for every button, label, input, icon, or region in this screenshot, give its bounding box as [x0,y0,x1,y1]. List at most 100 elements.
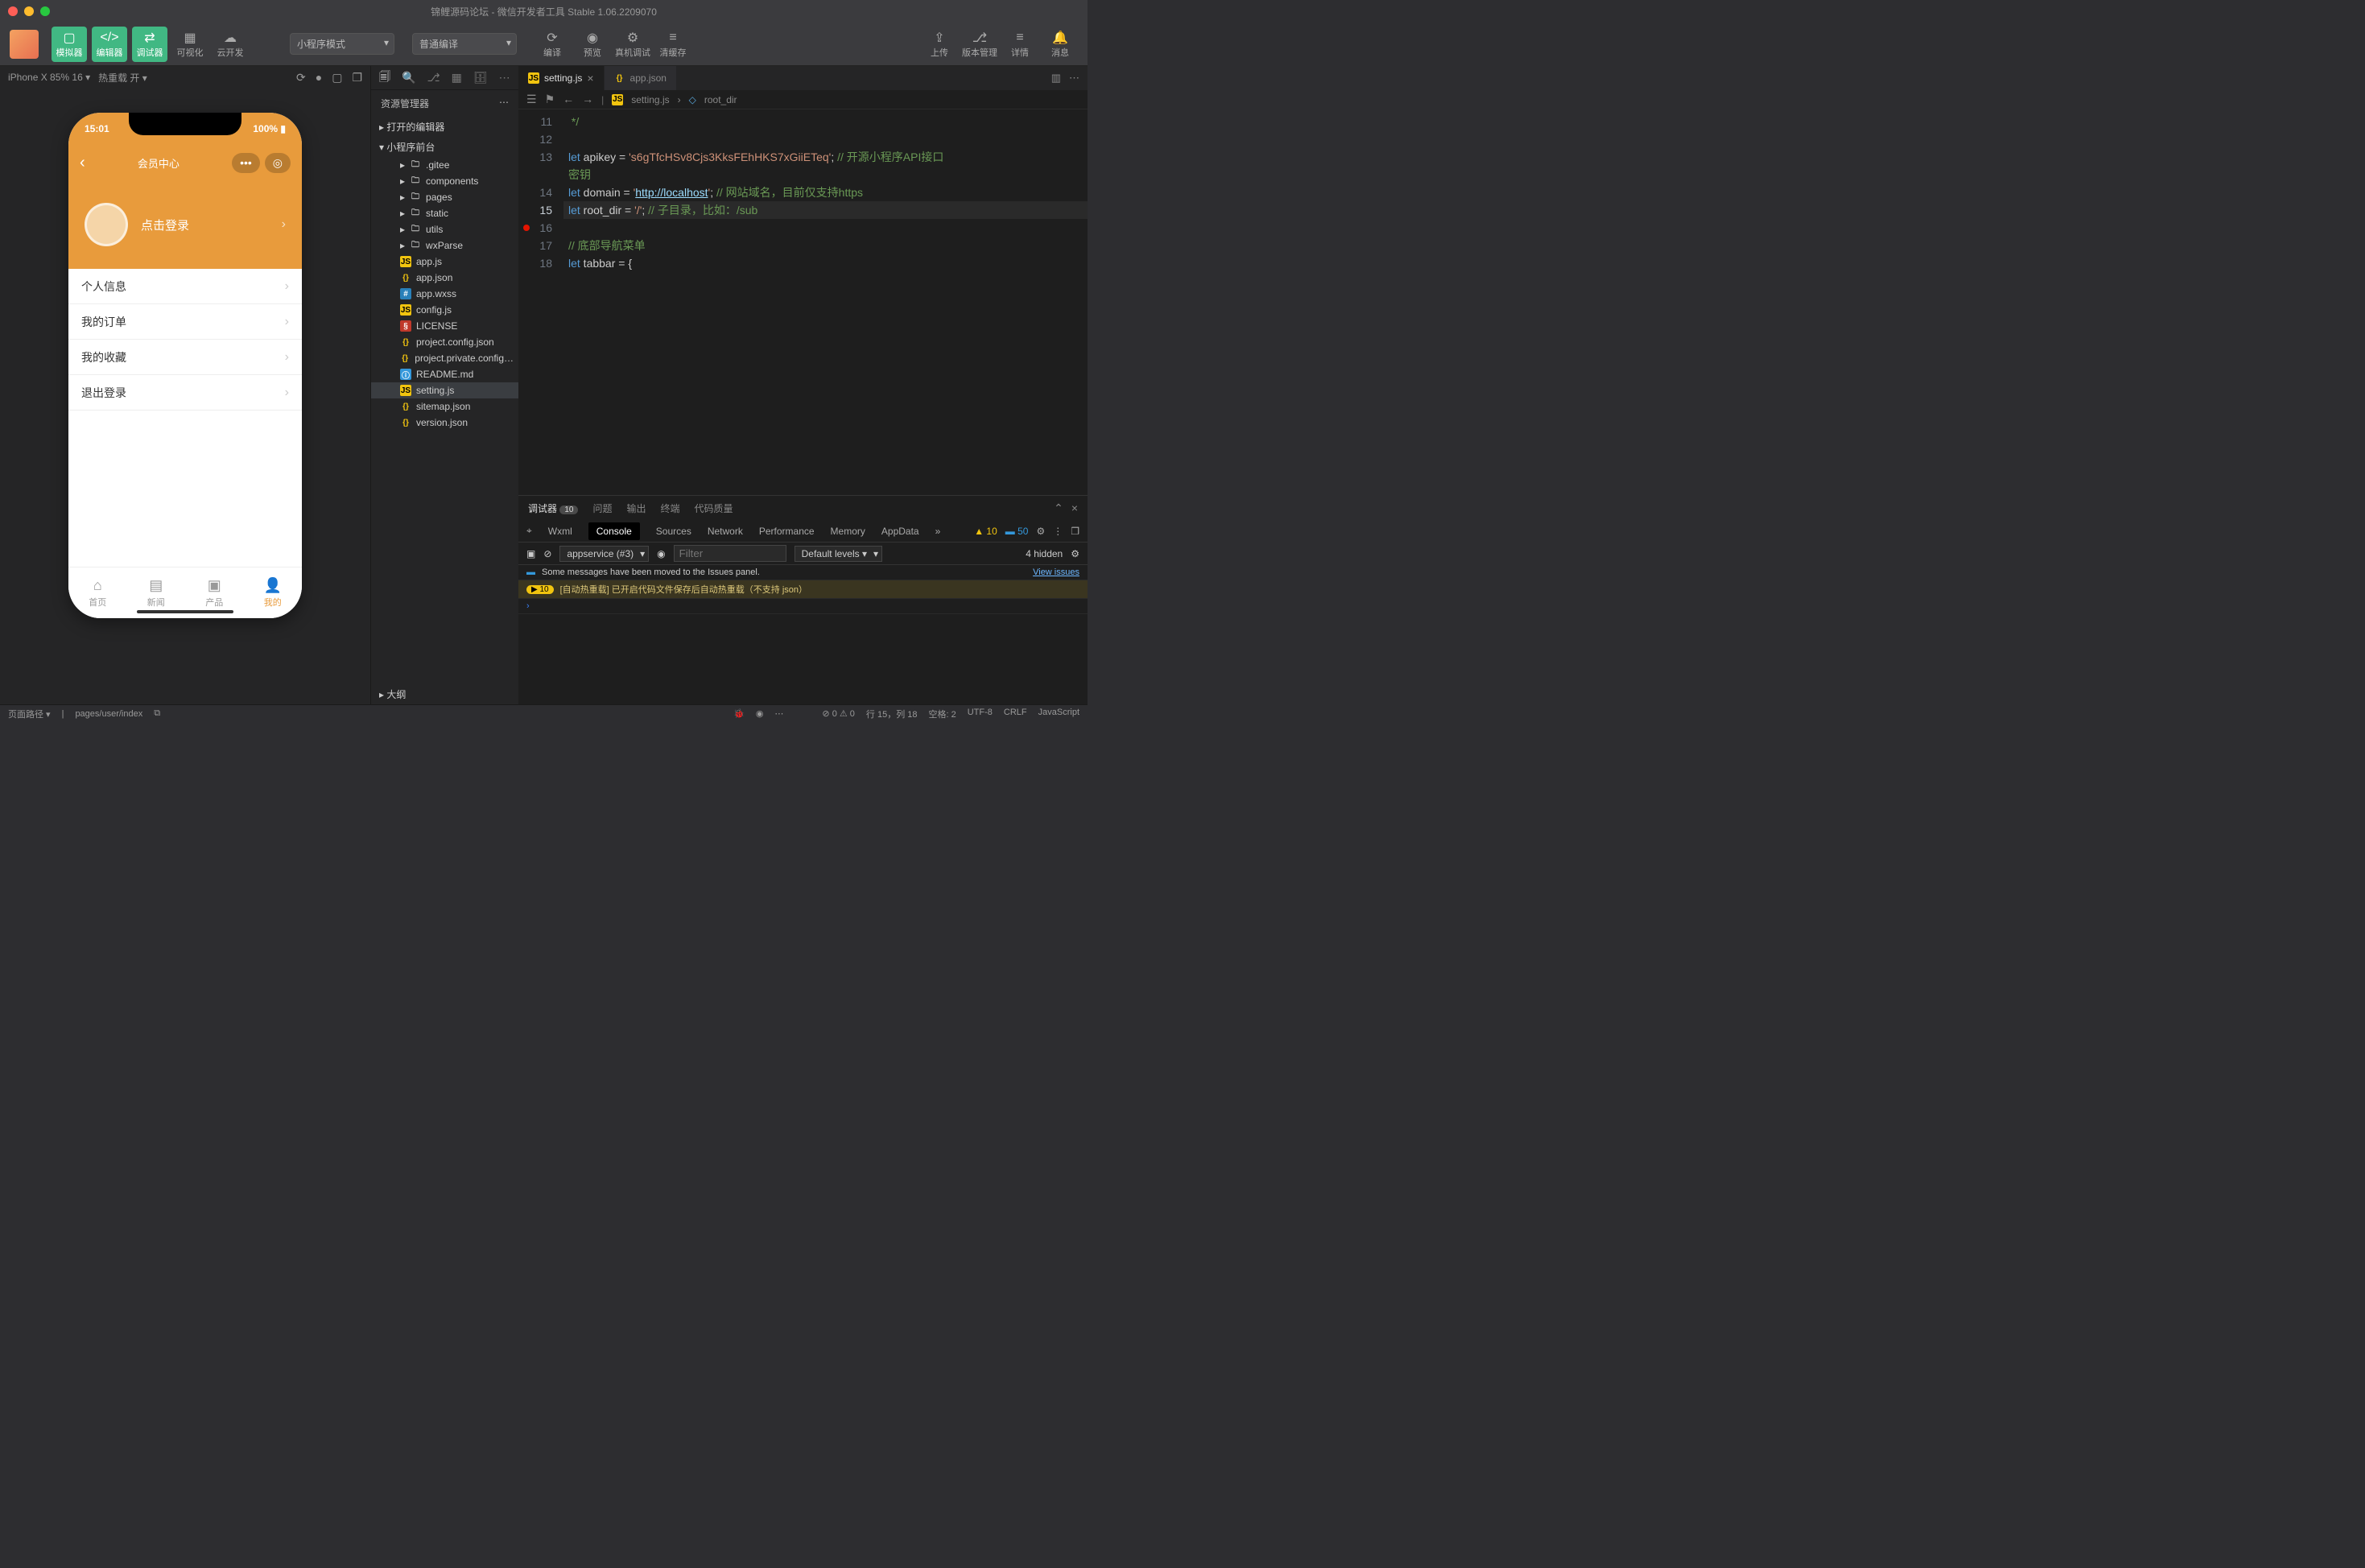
bookmark-icon[interactable]: ⚑ [545,93,555,106]
breakpoint-icon[interactable] [523,225,530,231]
compile-select[interactable]: 普通编译 [412,33,517,55]
memory-tab[interactable]: Memory [831,526,865,537]
split-editor-icon[interactable]: ▥ [1051,72,1061,85]
sources-tab[interactable]: Sources [656,526,691,537]
outline-section[interactable]: ▸ 大纲 [371,684,518,704]
git-tab-icon[interactable]: ⎇ [427,71,440,85]
expand-badge[interactable]: ▶ 10 [526,585,554,594]
editor-toggle-button[interactable]: </>编辑器 [92,27,127,62]
info-count[interactable]: ▬ 50 [1005,526,1029,537]
list-item[interactable]: 我的订单› [68,304,302,340]
pagepath-label[interactable]: 页面路径 ▾ [8,708,51,720]
wxml-tab[interactable]: Wxml [548,526,572,537]
levels-select[interactable]: Default levels ▾ [795,546,882,562]
maximize-window-button[interactable] [40,6,50,16]
issues-tab[interactable]: 问题 [592,501,612,515]
code-content[interactable]: */ let apikey = 's6gTfcHSv8Cjs3KksFEhHKS… [563,109,1088,495]
folder-item[interactable]: ▸ 🗀utils [371,221,518,237]
clouddev-button[interactable]: ☁云开发 [213,27,248,62]
gear-icon[interactable]: ⚙ [1036,526,1045,537]
context-select[interactable]: appservice (#3) [559,546,649,562]
file-item[interactable]: {}project.config.json [371,334,518,350]
close-window-button[interactable] [8,6,18,16]
breadcrumb-file[interactable]: setting.js [631,94,669,105]
file-item[interactable]: {}project.private.config… [371,350,518,366]
folder-item[interactable]: ▸ 🗀.gitee [371,157,518,173]
gear-icon[interactable]: ⚙ [1071,548,1079,559]
filter-input[interactable] [674,545,786,562]
file-item[interactable]: §LICENSE [371,318,518,334]
open-editors-section[interactable]: ▸ 打开的编辑器 [371,117,518,137]
db-tab-icon[interactable]: 🗄 [473,71,488,85]
debugger-toggle-button[interactable]: ⇄调试器 [132,27,167,62]
breadcrumb-symbol[interactable]: root_dir [704,94,737,105]
copy-icon[interactable]: ⧉ [154,708,160,719]
more-tab-icon[interactable]: ⋯ [499,71,510,85]
tab-home[interactable]: ⌂首页 [68,567,127,618]
menu-pill-button[interactable]: ••• [232,153,260,173]
file-item[interactable]: {}version.json [371,415,518,431]
back-icon[interactable]: ‹ [80,154,85,172]
list-item[interactable]: 我的收藏› [68,340,302,375]
close-icon[interactable]: × [1071,501,1078,515]
kebab-icon[interactable]: ⋮ [1053,526,1063,537]
console-tab[interactable]: Console [588,522,640,540]
files-tab-icon[interactable]: 🗐 [379,68,390,88]
eye-icon[interactable]: ◉ [756,708,764,719]
compile-button[interactable]: ⟳编译 [534,27,570,62]
more-icon[interactable]: ⋯ [499,97,509,110]
folder-item[interactable]: ▸ 🗀components [371,173,518,189]
file-item[interactable]: JSapp.js [371,254,518,270]
file-item[interactable]: {}sitemap.json [371,398,518,415]
terminal-tab[interactable]: 终端 [661,501,680,515]
code-editor[interactable]: 1112131415161718 */ let apikey = 's6gTfc… [518,109,1088,495]
list-item[interactable]: 退出登录› [68,375,302,411]
ext-tab-icon[interactable]: ▦ [452,71,462,85]
back-icon[interactable]: ← [563,93,574,106]
language-mode[interactable]: JavaScript [1038,708,1079,720]
more-icon[interactable]: ⋯ [1069,72,1079,85]
eol-setting[interactable]: CRLF [1004,708,1027,720]
search-tab-icon[interactable]: 🔍 [402,71,415,85]
popout-icon[interactable]: ❐ [1071,526,1079,537]
preview-button[interactable]: ◉预览 [575,27,610,62]
version-button[interactable]: ⎇版本管理 [962,27,997,62]
problems-count[interactable]: ⊘ 0 ⚠ 0 [822,708,854,719]
clear-console-icon[interactable]: ⊘ [543,548,551,559]
folder-item[interactable]: ▸ 🗀static [371,205,518,221]
editor-tab-active[interactable]: JS setting.js × [518,66,605,90]
output-tab[interactable]: 输出 [627,501,646,515]
popout-icon[interactable]: ❐ [352,71,362,85]
chevron-up-icon[interactable]: ⌃ [1054,501,1063,515]
network-tab[interactable]: Network [708,526,743,537]
indent-setting[interactable]: 空格: 2 [929,708,956,720]
minimize-window-button[interactable] [24,6,34,16]
editor-tab-inactive[interactable]: {} app.json [605,66,677,90]
file-item[interactable]: #app.wxss [371,286,518,302]
performance-tab[interactable]: Performance [759,526,815,537]
rotate-icon[interactable]: ▢ [332,71,342,85]
record-icon[interactable]: ● [316,71,322,85]
inspect-icon[interactable]: ⌖ [526,525,532,537]
messages-button[interactable]: 🔔消息 [1042,27,1078,62]
warning-count[interactable]: ▲ 10 [974,526,997,537]
cursor-position[interactable]: 行 15，列 18 [866,708,918,720]
sidebar-toggle-icon[interactable]: ▣ [526,548,535,559]
bug-icon[interactable]: 🐞 [733,708,745,719]
hidden-count[interactable]: 4 hidden [1026,548,1063,559]
refresh-icon[interactable]: ⟳ [296,71,306,85]
console-prompt[interactable]: › [518,599,1088,614]
folder-item[interactable]: ▸ 🗀wxParse [371,237,518,254]
encoding-setting[interactable]: UTF-8 [968,708,993,720]
view-issues-link[interactable]: View issues [1033,567,1079,577]
list-icon[interactable]: ☰ [526,93,537,106]
mode-select[interactable]: 小程序模式 [290,33,394,55]
file-item[interactable]: JSconfig.js [371,302,518,318]
file-item[interactable]: {}app.json [371,270,518,286]
more-tabs-icon[interactable]: » [935,526,941,537]
close-tab-icon[interactable]: × [587,72,593,85]
details-button[interactable]: ≡详情 [1002,27,1038,62]
close-pill-button[interactable]: ◎ [265,153,291,173]
clearcache-button[interactable]: ≡清缓存 [655,27,691,62]
hotreload-toggle[interactable]: 热重载 开 ▾ [98,71,147,85]
